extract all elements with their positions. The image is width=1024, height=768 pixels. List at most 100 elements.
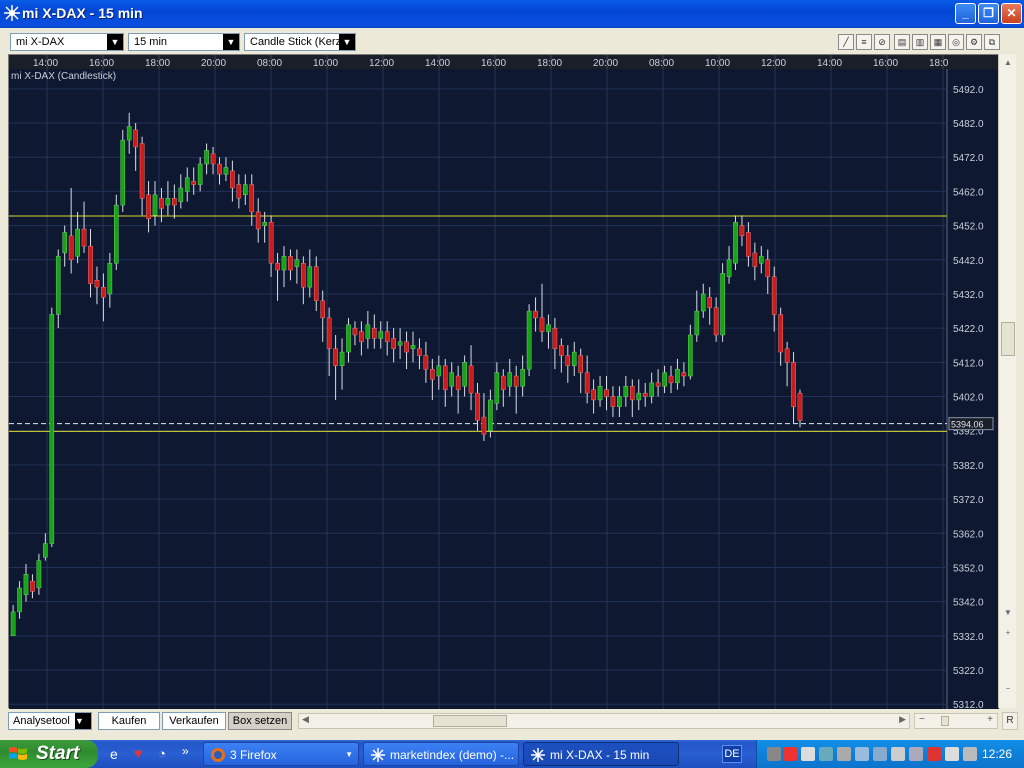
scroll-down-icon[interactable]: ▼ <box>1001 606 1015 620</box>
language-indicator[interactable]: DE <box>722 745 742 763</box>
candle-body <box>430 368 435 380</box>
scroll-up-icon[interactable]: ▲ <box>1001 56 1015 70</box>
tray-icon[interactable] <box>873 747 887 761</box>
title-bar[interactable]: mi X-DAX - 15 min _ ❐ ✕ <box>0 0 1024 28</box>
candle-body <box>546 324 551 332</box>
candle-body <box>700 293 706 312</box>
candle-body <box>204 150 209 165</box>
horizontal-scrollbar[interactable]: ◀ ▶ <box>298 713 910 729</box>
chevron-down-icon[interactable]: ▼ <box>223 34 239 50</box>
candle-body <box>533 310 538 319</box>
x-tick-label: 18:00 <box>537 58 562 69</box>
tray-icon[interactable] <box>855 747 869 761</box>
zoom-in-icon[interactable]: + <box>1001 626 1015 640</box>
task-firefox[interactable]: 3 Firefox ▼ <box>203 742 359 766</box>
chevron-down-icon[interactable]: ▼ <box>75 713 91 729</box>
candle-body <box>726 259 732 278</box>
box-button[interactable]: Box setzen <box>228 712 292 730</box>
tray-heart-icon[interactable] <box>783 747 797 761</box>
maximize-chart-icon[interactable]: ⧉ <box>984 34 1000 50</box>
scroll-left-icon[interactable]: ◀ <box>302 714 309 725</box>
ie-icon[interactable]: e <box>110 746 118 762</box>
chevron-down-icon[interactable]: ▼ <box>107 34 123 50</box>
grid-alt-icon[interactable]: ▥ <box>912 34 928 50</box>
shield-icon[interactable] <box>927 747 941 761</box>
analysetool-select[interactable]: Analysetool ▼ <box>8 712 92 730</box>
candle-body <box>481 416 487 435</box>
x-tick-label: 12:00 <box>369 58 394 69</box>
task-marketindex[interactable]: marketindex (demo) -... <box>363 742 519 766</box>
tray-icon[interactable] <box>909 747 923 761</box>
candle-body <box>784 348 790 363</box>
chart-toolbar: mi X-DAX ▼ 15 min ▼ Candle Stick (Kerze … <box>6 30 1000 54</box>
y-tick-label: 5382.0 <box>953 461 984 472</box>
quicklaunch-icon[interactable]: ◔ <box>158 746 166 761</box>
candle-body <box>236 184 242 199</box>
indicator-icon[interactable]: ◎ <box>948 34 964 50</box>
candle-body <box>217 163 222 175</box>
zoom-slider[interactable]: − + <box>914 713 998 729</box>
draw-hline-icon[interactable]: ≡ <box>856 34 872 50</box>
grid-icon[interactable]: ▤ <box>894 34 910 50</box>
scroll-right-icon[interactable]: ▶ <box>899 714 906 725</box>
zoom-minus-icon[interactable]: − <box>919 714 925 725</box>
candle-body <box>165 198 171 206</box>
zoom-thumb[interactable] <box>941 716 949 726</box>
volume-icon[interactable] <box>801 747 815 761</box>
chevron-down-icon[interactable]: ▼ <box>339 34 355 50</box>
y-tick-label: 5422.0 <box>953 324 984 335</box>
analysetool-label: Analysetool <box>13 715 70 727</box>
tray-icon[interactable] <box>837 747 851 761</box>
candle-body <box>623 386 629 397</box>
zoom-out-icon[interactable]: − <box>1001 682 1015 696</box>
x-tick-label: 08:00 <box>649 58 674 69</box>
candle-body <box>172 198 177 206</box>
tray-icon[interactable] <box>963 747 977 761</box>
heart-icon[interactable]: ♥ <box>134 745 142 761</box>
grid-dense-icon[interactable]: ▦ <box>930 34 946 50</box>
candle-body <box>139 143 145 199</box>
candle-body <box>197 163 203 185</box>
tray-icon[interactable] <box>767 747 781 761</box>
candle-body <box>694 310 700 336</box>
quicklaunch-more-icon[interactable]: » <box>182 744 189 758</box>
settings-icon[interactable]: ⚙ <box>966 34 982 50</box>
chart-title: mi X-DAX (Candlestick) <box>11 71 116 82</box>
start-label: Start <box>36 743 80 764</box>
candle-body <box>752 252 758 267</box>
scroll-thumb[interactable] <box>1001 322 1015 356</box>
candle-body <box>765 259 771 278</box>
charttype-select[interactable]: Candle Stick (Kerze ▼ <box>244 33 356 51</box>
symbol-select[interactable]: mi X-DAX ▼ <box>10 33 124 51</box>
vertical-scrollbar[interactable]: ▲ ▼ + − <box>998 54 1016 708</box>
tray-icon[interactable] <box>945 747 959 761</box>
minimize-button[interactable]: _ <box>955 3 976 24</box>
candle-body <box>359 331 364 343</box>
candle-body <box>326 317 332 349</box>
candle-body <box>688 334 693 377</box>
hscroll-thumb[interactable] <box>433 715 507 727</box>
start-button[interactable]: Start <box>0 740 98 768</box>
candlestick-chart[interactable]: 5492.0 5482.0 5472.0 5462.0 5452.0 5442.0 5432… <box>9 55 999 711</box>
candle-body <box>449 372 455 387</box>
draw-tool-icon[interactable]: ⊘ <box>874 34 890 50</box>
candle-body <box>10 611 16 637</box>
zoom-plus-icon[interactable]: + <box>987 714 993 725</box>
chart-area[interactable]: 5492.0 5482.0 5472.0 5462.0 5452.0 5442.0 5432… <box>8 54 999 711</box>
buy-button[interactable]: Kaufen <box>98 712 160 730</box>
restore-button[interactable]: ❐ <box>978 3 999 24</box>
reset-button[interactable]: R <box>1002 712 1018 730</box>
tray-icon[interactable] <box>891 747 905 761</box>
taskbar: Start e ♥ ◔ » 3 Firefox ▼ marketindex (d… <box>0 740 1024 768</box>
interval-select[interactable]: 15 min ▼ <box>128 33 240 51</box>
network-icon[interactable] <box>819 747 833 761</box>
task-chart-window[interactable]: mi X-DAX - 15 min <box>523 742 679 766</box>
symbol-select-value: mi X-DAX <box>16 36 65 48</box>
candle-body <box>126 126 132 141</box>
marketindex-icon <box>531 748 545 762</box>
close-button[interactable]: ✕ <box>1001 3 1022 24</box>
system-tray: 12:26 <box>756 740 1024 768</box>
sell-button[interactable]: Verkaufen <box>162 712 226 730</box>
candle-body <box>778 314 783 353</box>
draw-line-icon[interactable]: ╱ <box>838 34 854 50</box>
